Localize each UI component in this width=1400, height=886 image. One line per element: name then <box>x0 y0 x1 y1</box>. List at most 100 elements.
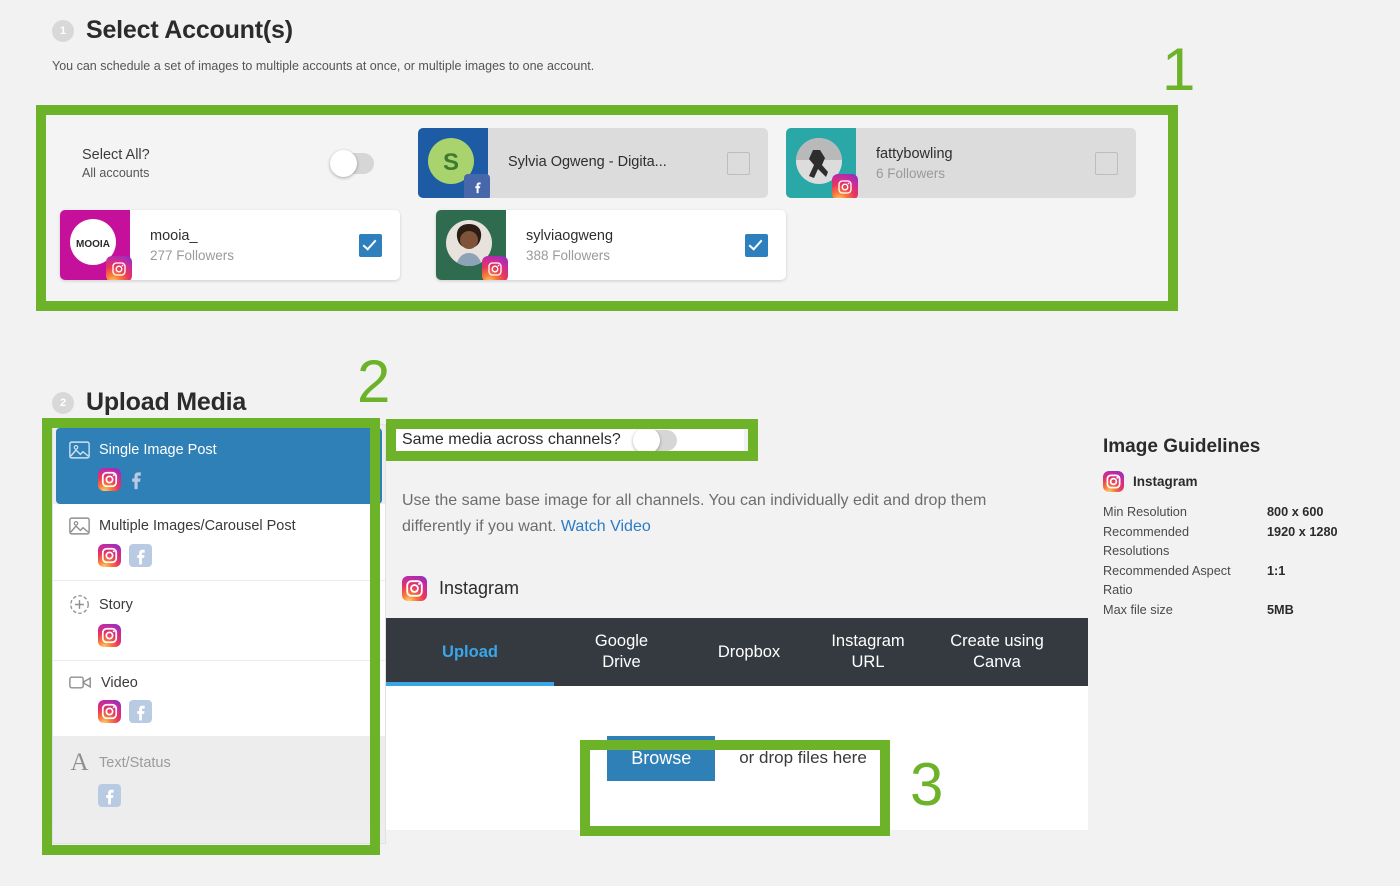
upload-source-tabs: Upload Google Drive Dropbox Instagram UR… <box>386 618 1088 686</box>
instagram-icon <box>402 576 427 601</box>
svg-text:S: S <box>443 149 459 176</box>
step-badge-2: 2 <box>52 391 74 414</box>
guideline-key: Min Resolution <box>1103 505 1187 519</box>
media-type-video[interactable]: Video <box>53 661 385 737</box>
upload-title: Upload Media <box>86 388 247 416</box>
instagram-glyph <box>838 180 852 194</box>
account-card-fattybowling[interactable]: fattybowling 6 Followers <box>786 128 1136 198</box>
facebook-icon <box>98 784 121 807</box>
account-checkbox[interactable] <box>359 233 382 257</box>
facebook-icon <box>464 174 490 198</box>
media-type-label: Text/Status <box>99 754 171 771</box>
instagram-icon <box>1103 471 1124 492</box>
instagram-glyph <box>101 471 118 488</box>
instagram-glyph <box>101 627 118 644</box>
account-name: mooia_ <box>150 227 198 244</box>
tab-upload[interactable]: Upload <box>386 618 554 686</box>
accounts-row-1: Select All? All accounts S Sylvia Ogweng… <box>60 128 1154 198</box>
instagram-icon <box>98 544 121 567</box>
file-dropzone[interactable]: Browse or drop files here <box>386 686 1088 830</box>
accounts-panel: Select All? All accounts S Sylvia Ogweng… <box>46 112 1168 304</box>
account-body: mooia_ 277 Followers <box>130 210 400 280</box>
account-checkbox[interactable] <box>727 151 750 175</box>
instagram-glyph <box>406 580 423 597</box>
media-type-story[interactable]: Story <box>53 581 385 661</box>
instagram-icon <box>98 468 121 491</box>
watch-video-link[interactable]: Watch Video <box>561 518 651 535</box>
video-icon <box>69 676 91 689</box>
media-type-label-row: Single Image Post <box>69 441 382 459</box>
media-type-label-row: Multiple Images/Carousel Post <box>69 517 385 535</box>
account-text: Sylvia Ogweng - Digita... <box>508 153 667 173</box>
annotation-number-2: 2 <box>357 348 391 415</box>
account-followers: 6 Followers <box>876 166 946 182</box>
account-name: sylviaogweng <box>526 227 614 244</box>
table-row: Recommended Resolutions 1920 x 1280 <box>1103 522 1363 561</box>
tab-instagram-url[interactable]: Instagram URL <box>809 618 927 686</box>
account-followers: 388 Followers <box>526 248 611 264</box>
account-body: fattybowling 6 Followers <box>856 128 1136 198</box>
instagram-glyph <box>112 262 126 276</box>
select-all-control[interactable]: Select All? All accounts <box>60 128 400 198</box>
instagram-glyph <box>101 547 118 564</box>
table-row: Recommended Aspect Ratio 1:1 <box>1103 561 1363 600</box>
account-card-mooia[interactable]: MOOIA mooia_ 277 Followers <box>60 210 400 280</box>
upload-media-section: 2 Upload Media <box>52 388 246 417</box>
avatar <box>436 210 508 280</box>
select-all-label: Select All? <box>82 146 150 163</box>
select-all-toggle[interactable] <box>330 149 374 177</box>
channel-name: Instagram <box>439 578 520 598</box>
channel-header: Instagram <box>402 576 519 601</box>
instagram-icon <box>98 700 121 723</box>
image-icon <box>69 441 90 459</box>
media-type-networks <box>98 544 385 567</box>
media-type-networks <box>98 784 385 807</box>
facebook-glyph <box>137 549 145 564</box>
facebook-glyph <box>106 789 114 804</box>
account-body: Sylvia Ogweng - Digita... <box>488 128 768 198</box>
media-type-label-row: A Text/Status <box>69 750 385 775</box>
facebook-icon <box>129 544 152 567</box>
media-type-label-row: Story <box>69 594 385 615</box>
facebook-glyph <box>137 705 145 720</box>
account-card-sylvia-ogweng-page[interactable]: S Sylvia Ogweng - Digita... <box>418 128 768 198</box>
table-row: Max file size 5MB <box>1103 600 1363 620</box>
instagram-glyph <box>488 262 502 276</box>
select-accounts-section: 1 Select Account(s) You can schedule a s… <box>52 16 1352 73</box>
toggle-knob <box>330 149 357 177</box>
browse-button[interactable]: Browse <box>607 735 716 781</box>
account-card-sylviaogweng[interactable]: sylviaogweng 388 Followers <box>436 210 786 280</box>
media-type-label: Story <box>99 596 133 613</box>
media-type-multiple-images-carousel-post[interactable]: Multiple Images/Carousel Post <box>53 504 385 581</box>
account-text: sylviaogweng 388 Followers <box>526 227 613 264</box>
same-media-toggle[interactable] <box>632 426 677 454</box>
facebook-icon <box>132 472 141 490</box>
account-checkbox[interactable] <box>745 233 768 257</box>
guidelines-table: Min Resolution 800 x 600 Recommended Res… <box>1103 502 1363 620</box>
guideline-value: 800 x 600 <box>1267 505 1324 519</box>
media-type-networks <box>98 468 382 491</box>
guidelines-title: Image Guidelines <box>1103 436 1261 457</box>
page-title: Select Account(s) <box>86 16 293 44</box>
text-a-icon: A <box>70 749 89 776</box>
facebook-icon <box>129 700 152 723</box>
tab-google-drive[interactable]: Google Drive <box>554 618 689 686</box>
media-type-single-image-post[interactable]: Single Image Post <box>56 428 382 504</box>
select-all-sublabel: All accounts <box>82 165 150 180</box>
guideline-key: Recommended Aspect Ratio <box>1103 564 1231 597</box>
guideline-key: Recommended Resolutions <box>1103 525 1190 558</box>
account-text: mooia_ 277 Followers <box>150 227 234 264</box>
instagram-icon <box>98 624 121 647</box>
toggle-knob <box>632 426 660 454</box>
account-text: fattybowling 6 Followers <box>876 145 953 182</box>
account-checkbox[interactable] <box>1095 151 1118 175</box>
media-type-text-status[interactable]: A Text/Status <box>53 737 385 821</box>
media-type-label: Video <box>101 674 138 691</box>
instagram-icon <box>106 256 132 280</box>
instagram-icon <box>482 256 508 280</box>
plus-circle-icon <box>70 595 89 614</box>
tab-create-using-canva[interactable]: Create using Canva <box>927 618 1067 686</box>
tab-dropbox[interactable]: Dropbox <box>689 618 809 686</box>
same-media-across-channels-row[interactable]: Same media across channels? <box>394 424 744 456</box>
media-type-list-footer <box>53 821 385 843</box>
